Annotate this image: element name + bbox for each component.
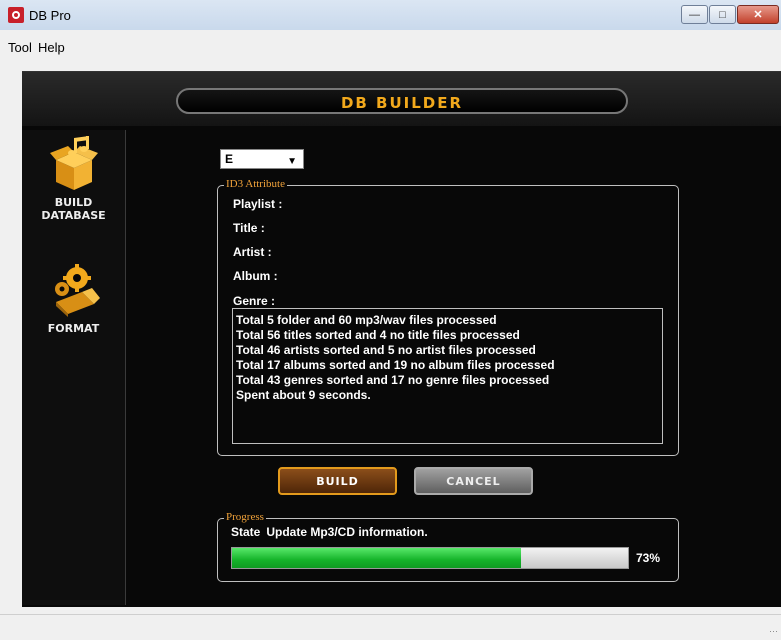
cancel-button[interactable]: CANCEL [414,467,533,495]
menu-help[interactable]: Help [38,40,65,55]
album-label: Album : [233,269,278,283]
main-panel: DB BUILDER BUILD DATABASE FORMAT E ▼ ID3… [22,71,781,607]
sidebar-item-format[interactable]: FORMAT [22,262,125,335]
page-title: DB BUILDER [340,94,464,112]
id3-legend: ID3 Attribute [224,178,287,190]
title-label: Title : [233,221,265,235]
sidebar-item-build-database[interactable]: BUILD DATABASE [22,136,125,222]
progress-percent: 73% [636,551,661,565]
progress-bar [231,547,629,569]
log-line: Total 46 artists sorted and 5 no artist … [236,343,536,357]
log-line: Spent about 9 seconds. [236,388,371,402]
status-bar: ⋯ [0,614,781,640]
maximize-button[interactable]: □ [709,5,736,24]
log-line: Total 5 folder and 60 mp3/wav files proc… [236,313,497,327]
build-button[interactable]: BUILD [278,467,397,495]
artist-label: Artist : [233,245,272,259]
log-textarea[interactable]: Total 5 folder and 60 mp3/wav files proc… [232,308,663,444]
title-bar: DB Pro — □ ✕ [0,0,781,31]
sidebar: BUILD DATABASE FORMAT [22,130,126,605]
menu-bar: Tool Help [0,30,781,63]
log-line: Total 43 genres sorted and 17 no genre f… [236,373,550,387]
progress-bar-fill [232,548,522,568]
progress-legend: Progress [224,511,266,523]
state-label: State [231,525,261,539]
window-title: DB Pro [29,8,71,23]
drive-value: E [225,152,234,166]
drive-select[interactable]: E ▼ [220,149,304,169]
header: DB BUILDER [22,72,781,126]
log-line: Total 56 titles sorted and 4 no title fi… [236,328,520,342]
id3-attribute-group: ID3 Attribute Playlist : Title : Artist … [217,178,679,456]
minimize-button[interactable]: — [681,5,708,24]
minimize-icon: — [689,8,700,21]
build-label-line2: DATABASE [41,209,106,222]
maximize-icon: □ [719,8,726,21]
content-area: E ▼ ID3 Attribute Playlist : Title : Art… [140,130,781,605]
format-label: FORMAT [47,322,100,335]
header-banner: DB BUILDER [176,88,628,114]
genre-label: Genre : [233,294,276,308]
chevron-down-icon: ▼ [287,156,297,167]
log-line: Total 17 albums sorted and 19 no album f… [236,358,555,372]
close-icon: ✕ [753,9,763,21]
close-button[interactable]: ✕ [737,5,779,24]
app-icon [8,7,24,23]
resize-grip-icon[interactable]: ⋯ [769,626,778,637]
playlist-label: Playlist : [233,197,283,211]
gear-usb-icon [48,262,100,318]
state-row: State Update Mp3/CD information. [231,525,428,539]
build-label-line1: BUILD [54,196,93,209]
box-music-icon [48,136,100,192]
state-value: Update Mp3/CD information. [266,525,428,539]
menu-tool[interactable]: Tool [8,40,32,55]
progress-group: Progress State Update Mp3/CD information.… [217,511,679,582]
